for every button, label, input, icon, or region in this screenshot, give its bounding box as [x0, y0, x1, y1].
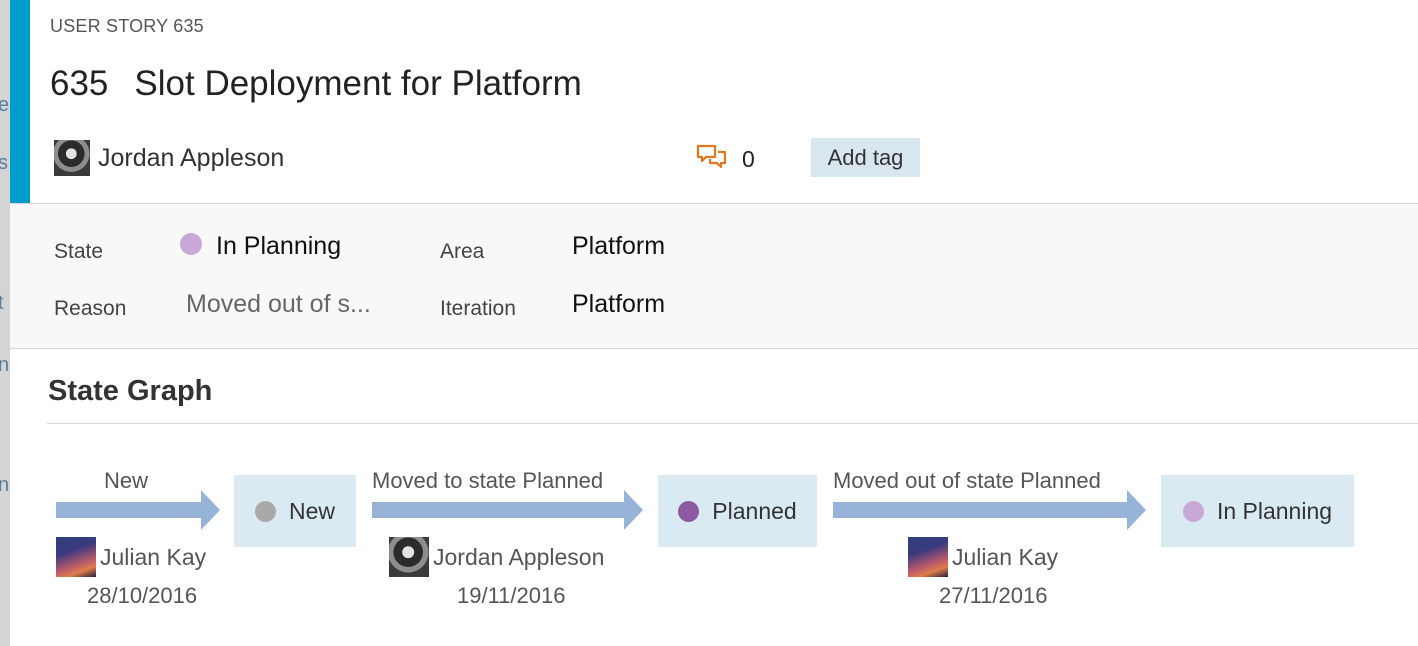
- assigned-to-control[interactable]: Jordan Appleson: [54, 140, 284, 176]
- state-node-label: In Planning: [1216, 497, 1333, 524]
- assignee-avatar: [54, 140, 90, 176]
- background-fragment: n: [0, 354, 10, 376]
- transition-label: New: [104, 468, 149, 493]
- work-item-title-row: 635 Slot Deployment for Platform: [50, 64, 582, 104]
- transition-arrow: [372, 490, 643, 530]
- transition-date: 27/11/2016: [939, 583, 1048, 608]
- fields-panel: State In Planning Reason Moved out of s.…: [10, 203, 1418, 349]
- state-node-label: New: [288, 497, 335, 524]
- work-item-id: 635: [50, 64, 109, 103]
- iteration-label: Iteration: [440, 297, 516, 320]
- state-field[interactable]: In Planning: [180, 232, 341, 261]
- comment-count: 0: [742, 145, 755, 172]
- state-dot-icon: [678, 500, 700, 522]
- reason-field[interactable]: Moved out of s...: [186, 290, 371, 319]
- jordan-avatar-icon: [389, 537, 429, 577]
- transition-actor: Julian Kay: [908, 537, 1058, 577]
- state-label: State: [54, 240, 104, 263]
- transition-arrow: [56, 490, 220, 530]
- actor-name: Jordan Appleson: [433, 543, 605, 570]
- area-field[interactable]: Platform: [572, 232, 665, 261]
- transition-arrow: [833, 490, 1146, 530]
- julian-avatar-icon: [56, 537, 96, 577]
- transition-date: 19/11/2016: [457, 583, 566, 608]
- background-fragment: t: [0, 292, 4, 314]
- state-node-in-planning: In Planning: [1161, 475, 1354, 547]
- transition-actor: Julian Kay: [56, 537, 206, 577]
- state-dot-icon: [254, 500, 276, 522]
- assignee-name: Jordan Appleson: [98, 143, 285, 172]
- state-graph-title: State Graph: [48, 375, 213, 407]
- comments-icon: [696, 144, 727, 169]
- work-item-title[interactable]: Slot Deployment for Platform: [134, 64, 581, 103]
- reason-label: Reason: [54, 297, 127, 320]
- state-dot-icon: [1182, 500, 1204, 522]
- state-node-new: New: [234, 475, 356, 547]
- state-color-dot: [180, 233, 202, 256]
- julian-avatar-icon: [908, 537, 948, 577]
- transition-label: Moved out of state Planned: [833, 468, 1101, 493]
- state-node-label: Planned: [712, 497, 797, 524]
- actor-name: Julian Kay: [952, 543, 1059, 570]
- transition-date: 28/10/2016: [87, 583, 198, 608]
- comments-link[interactable]: 0: [696, 144, 755, 174]
- transition-actor: Jordan Appleson: [389, 537, 604, 577]
- state-node-planned: Planned: [658, 475, 817, 547]
- actor-name: Julian Kay: [100, 543, 207, 570]
- iteration-field[interactable]: Platform: [572, 290, 665, 319]
- work-item-color-bar: [10, 0, 30, 203]
- transition-label: Moved to state Planned: [372, 468, 604, 493]
- area-label: Area: [440, 240, 485, 263]
- background-fragment: n: [0, 474, 10, 496]
- background-fragment: s: [0, 152, 8, 174]
- background-page-edge: e s t n n: [0, 0, 10, 646]
- background-fragment: e: [0, 94, 10, 116]
- add-tag-button[interactable]: Add tag: [811, 138, 920, 177]
- section-divider: [47, 423, 1418, 424]
- state-value: In Planning: [216, 232, 342, 260]
- work-item-type: USER STORY 635: [50, 16, 204, 36]
